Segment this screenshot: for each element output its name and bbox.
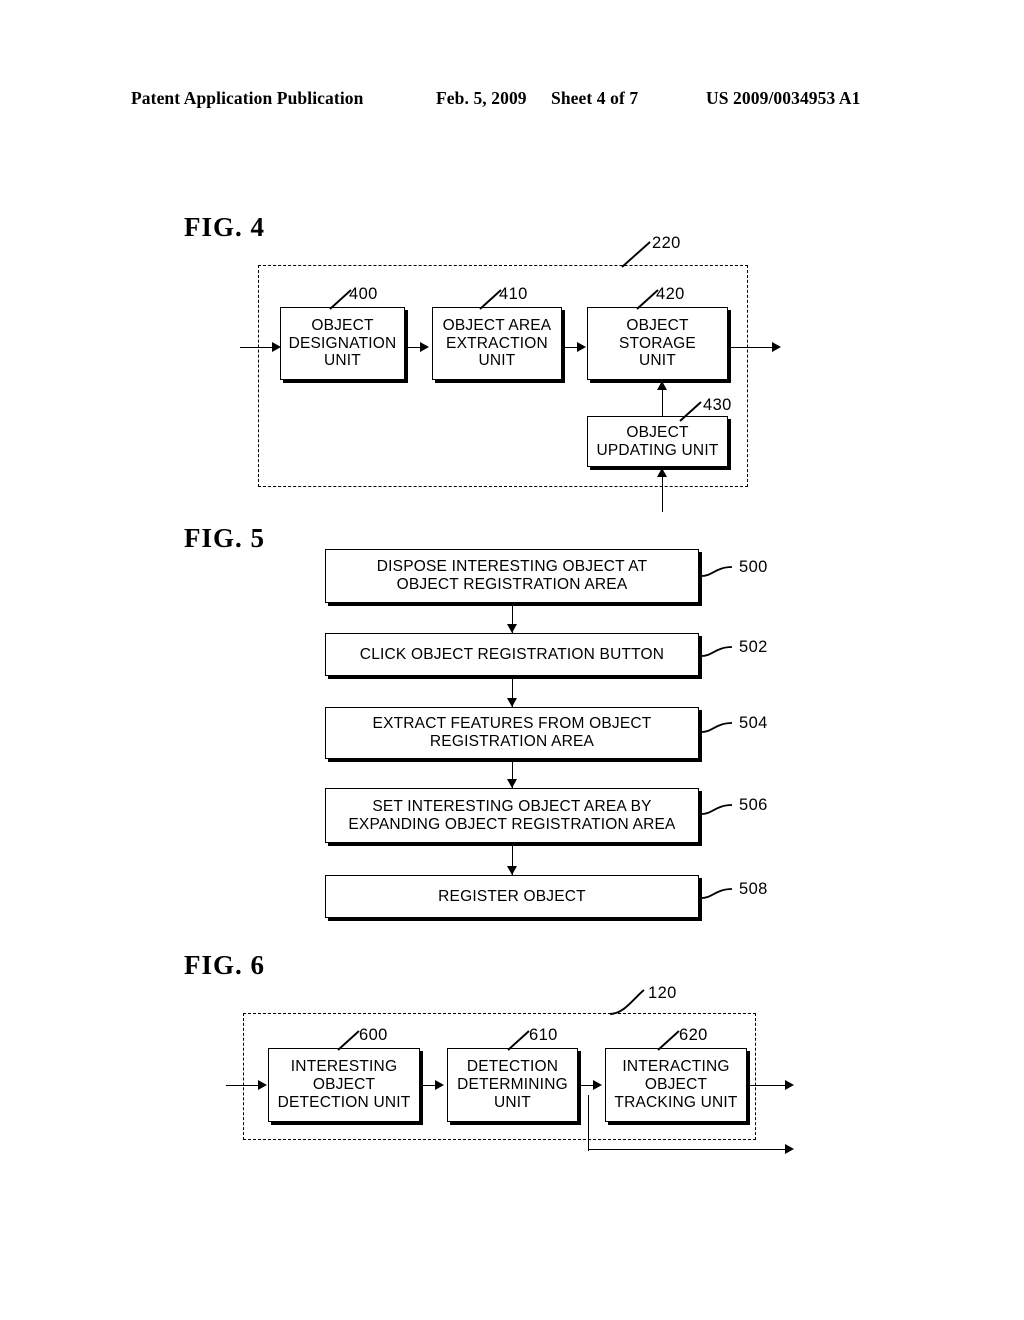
figure-6-container-ref: 120 — [648, 984, 677, 1002]
figure-5-step-502: CLICK OBJECT REGISTRATION BUTTON — [325, 633, 699, 676]
figure-5-step-500-ref: 500 — [739, 558, 768, 576]
figure-5-step-506: SET INTERESTING OBJECT AREA BY EXPANDING… — [325, 788, 699, 843]
figure-6-block-620-ref: 620 — [679, 1026, 708, 1044]
figure-6-block-620-label: INTERACTING OBJECT TRACKING UNIT — [614, 1058, 738, 1111]
header-date: Feb. 5, 2009 — [436, 88, 527, 108]
header-sheet-number: Sheet 4 of 7 — [551, 88, 639, 108]
figure-4-block-420: OBJECT STORAGE UNIT — [587, 307, 728, 380]
figure-6-branch-vertical — [588, 1095, 589, 1151]
figure-4-block-420-label: OBJECT STORAGE UNIT — [619, 316, 696, 370]
figure-5-step-506-label: SET INTERESTING OBJECT AREA BY EXPANDING… — [348, 797, 676, 833]
figure-5-step-500-label: DISPOSE INTERESTING OBJECT AT OBJECT REG… — [376, 558, 648, 593]
figure-5-connector-506-508-arrowhead — [507, 866, 517, 875]
figure-4-connector-410-420-arrowhead — [577, 342, 586, 352]
figure-5-step-500-leader-line — [701, 566, 733, 577]
header-publication: Patent Application Publication — [131, 88, 364, 108]
figure-5-step-504-ref: 504 — [739, 714, 768, 732]
figure-4-output-line — [731, 347, 777, 348]
figure-4-connector-400-410-arrowhead — [420, 342, 429, 352]
figure-4-block-400: OBJECT DESIGNATION UNIT — [280, 307, 405, 380]
figure-6-block-600: INTERESTING OBJECT DETECTION UNIT — [268, 1048, 420, 1122]
figure-5-step-502-ref: 502 — [739, 638, 768, 656]
figure-6-block-600-label: INTERESTING OBJECT DETECTION UNIT — [277, 1058, 411, 1111]
figure-6-input-arrowhead — [258, 1080, 267, 1090]
page-header: Patent Application Publication Feb. 5, 2… — [0, 88, 1024, 114]
figure-4-block-420-ref: 420 — [656, 285, 685, 303]
figure-6-connector-610-620-arrowhead — [593, 1080, 602, 1090]
figure-5-step-502-leader-line — [701, 646, 733, 657]
figure-4-block-410-ref: 410 — [499, 285, 528, 303]
figure-5-step-504-leader-line — [701, 722, 733, 733]
figure-6-branch-arrowhead — [785, 1144, 794, 1154]
figure-5-step-508-label: REGISTER OBJECT — [438, 887, 586, 905]
figure-6-block-610-label: DETECTION DETERMINING UNIT — [457, 1058, 568, 1111]
figure-4-connector-430-420-arrowhead — [657, 381, 667, 390]
figure-5-step-508-ref: 508 — [739, 880, 768, 898]
header-patent-number: US 2009/0034953 A1 — [706, 88, 861, 108]
figure-6-block-610-ref: 610 — [529, 1026, 558, 1044]
figure-4-input-line — [240, 347, 276, 348]
figure-4-block-400-label: OBJECT DESIGNATION UNIT — [288, 316, 397, 370]
figure-4-block-430-label: OBJECT UPDATING UNIT — [596, 423, 719, 459]
figure-4-block-430-ref: 430 — [703, 396, 732, 414]
figure-5-step-506-leader-line — [701, 804, 733, 815]
figure-4-container-ref: 220 — [652, 234, 681, 252]
figure-5-connector-502-504-arrowhead — [507, 698, 517, 707]
figure-5-connector-504-506-arrowhead — [507, 779, 517, 788]
figure-6-block-620: INTERACTING OBJECT TRACKING UNIT — [605, 1048, 747, 1122]
figure-4-title: FIG. 4 — [184, 212, 266, 242]
figure-6-block-600-ref: 600 — [359, 1026, 388, 1044]
figure-5-step-506-ref: 506 — [739, 796, 768, 814]
figure-5-step-508-leader-line — [701, 888, 733, 899]
figure-5-step-504: EXTRACT FEATURES FROM OBJECT REGISTRATIO… — [325, 707, 699, 759]
figure-6-output-line — [750, 1085, 790, 1086]
figure-4-feedback-input-arrowhead — [657, 468, 667, 477]
figure-4-output-arrowhead — [772, 342, 781, 352]
figure-6-connector-600-610-arrowhead — [435, 1080, 444, 1090]
patent-drawing-sheet: Patent Application Publication Feb. 5, 2… — [0, 0, 1024, 1320]
figure-4-block-410-label: OBJECT AREA EXTRACTION UNIT — [442, 316, 552, 370]
figure-6-block-610: DETECTION DETERMINING UNIT — [447, 1048, 578, 1122]
figure-5-title: FIG. 5 — [184, 523, 266, 553]
figure-6-output-arrowhead — [785, 1080, 794, 1090]
figure-4-block-400-ref: 400 — [349, 285, 378, 303]
figure-5-connector-500-502-arrowhead — [507, 624, 517, 633]
figure-5-step-504-label: EXTRACT FEATURES FROM OBJECT REGISTRATIO… — [372, 715, 652, 750]
figure-5-step-500: DISPOSE INTERESTING OBJECT AT OBJECT REG… — [325, 549, 699, 603]
figure-6-title: FIG. 6 — [184, 950, 266, 980]
figure-5-step-502-label: CLICK OBJECT REGISTRATION BUTTON — [359, 645, 665, 663]
figure-4-block-410: OBJECT AREA EXTRACTION UNIT — [432, 307, 562, 380]
figure-5-step-508: REGISTER OBJECT — [325, 875, 699, 918]
figure-6-branch-horizontal — [588, 1149, 790, 1150]
